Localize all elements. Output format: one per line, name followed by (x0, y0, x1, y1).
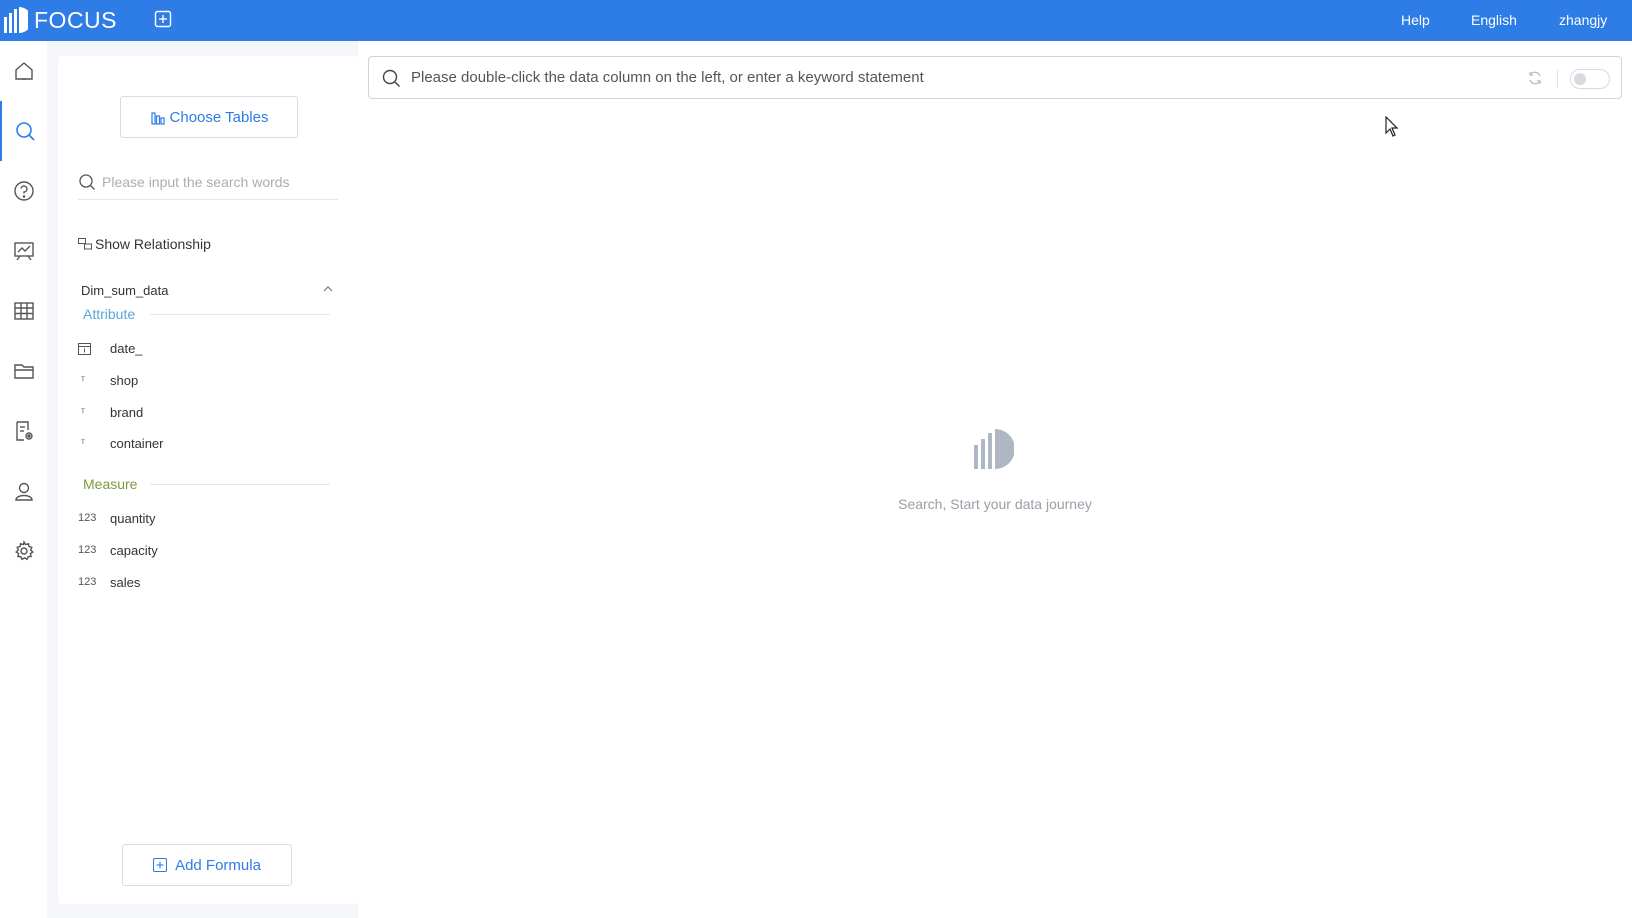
nav-search[interactable] (0, 101, 47, 161)
relationship-icon (78, 238, 92, 250)
focus-logo-icon (974, 429, 1014, 469)
show-relationship-label: Show Relationship (95, 236, 211, 252)
attribute-divider (150, 314, 330, 315)
home-icon (14, 62, 33, 80)
number-type-icon: 123 (78, 512, 97, 524)
add-formula-label: Add Formula (175, 856, 261, 874)
field-label: capacity (110, 542, 158, 558)
nav-home[interactable] (0, 41, 47, 101)
keyword-search-bar (368, 56, 1622, 99)
app-logo-text: FOCUS (34, 6, 117, 33)
main-area: Search, Start your data journey (358, 41, 1632, 918)
field-label: date_ (110, 340, 143, 356)
column-search-input[interactable] (102, 173, 322, 190)
field-container[interactable]: ᵀ container (78, 432, 163, 454)
calendar-icon (78, 342, 110, 355)
number-type-icon: 123 (78, 544, 97, 556)
nav-folder[interactable] (0, 341, 47, 401)
top-bar: FOCUS Help English zhangjy (0, 0, 1632, 41)
field-shop[interactable]: ᵀ shop (78, 369, 138, 391)
help-link[interactable]: Help (1401, 12, 1430, 28)
measure-divider (150, 484, 330, 485)
dashboard-icon (13, 242, 34, 261)
plus-square-icon (153, 858, 168, 872)
field-quantity[interactable]: 123 quantity (78, 507, 156, 529)
field-label: shop (110, 372, 139, 388)
measure-section-title: Measure (83, 476, 138, 492)
search-icon (15, 122, 35, 141)
field-sales[interactable]: 123 sales (78, 571, 140, 593)
field-label: quantity (110, 510, 156, 526)
text-type-icon: ᵀ (81, 438, 85, 448)
table-name[interactable]: Dim_sum_data (81, 283, 168, 298)
field-label: brand (110, 404, 144, 420)
field-date[interactable]: date_ (78, 337, 143, 359)
mode-toggle[interactable] (1570, 69, 1610, 89)
plus-square-icon (154, 10, 172, 28)
data-column-panel: Choose Tables Show Relationship Dim_sum_… (58, 56, 358, 904)
chevron-up-icon[interactable] (323, 285, 333, 293)
field-label: sales (110, 574, 141, 590)
table-icon (13, 302, 34, 320)
add-formula-button[interactable]: Add Formula (122, 844, 292, 886)
nav-help[interactable] (0, 161, 47, 221)
report-settings-icon (15, 421, 33, 441)
question-icon (13, 181, 34, 201)
separator (1557, 70, 1558, 87)
nav-dashboard[interactable] (0, 221, 47, 281)
show-relationship-button[interactable]: Show Relationship (78, 236, 211, 252)
nav-report-settings[interactable] (0, 401, 47, 461)
folder-icon (13, 364, 34, 379)
field-label: container (110, 435, 164, 451)
nav-tables[interactable] (0, 281, 47, 341)
column-search (78, 164, 338, 200)
text-type-icon: ᵀ (81, 407, 85, 417)
search-icon (79, 173, 95, 190)
gear-icon (14, 540, 34, 561)
choose-tables-button[interactable]: Choose Tables (120, 96, 298, 138)
focus-logo-icon (4, 7, 28, 33)
number-type-icon: 123 (78, 576, 97, 588)
user-menu[interactable]: zhangjy (1559, 12, 1607, 28)
language-selector[interactable]: English (1471, 12, 1517, 28)
app-logo[interactable]: FOCUS (4, 6, 117, 34)
keyword-search-input[interactable] (411, 69, 1451, 86)
search-icon (382, 69, 400, 87)
user-icon (14, 482, 33, 501)
bar-chart-icon (150, 112, 165, 125)
nav-rail (0, 41, 47, 918)
field-capacity[interactable]: 123 capacity (78, 539, 158, 561)
new-tab-button[interactable] (154, 10, 172, 28)
empty-state-text: Search, Start your data journey (898, 496, 1092, 512)
refresh-icon[interactable] (1527, 70, 1543, 86)
choose-tables-label: Choose Tables (169, 108, 269, 126)
mouse-cursor-icon (1385, 116, 1399, 137)
nav-users[interactable] (0, 461, 47, 521)
field-brand[interactable]: ᵀ brand (78, 401, 143, 423)
nav-settings[interactable] (0, 521, 47, 581)
attribute-section-title: Attribute (83, 306, 136, 322)
text-type-icon: ᵀ (81, 375, 85, 385)
